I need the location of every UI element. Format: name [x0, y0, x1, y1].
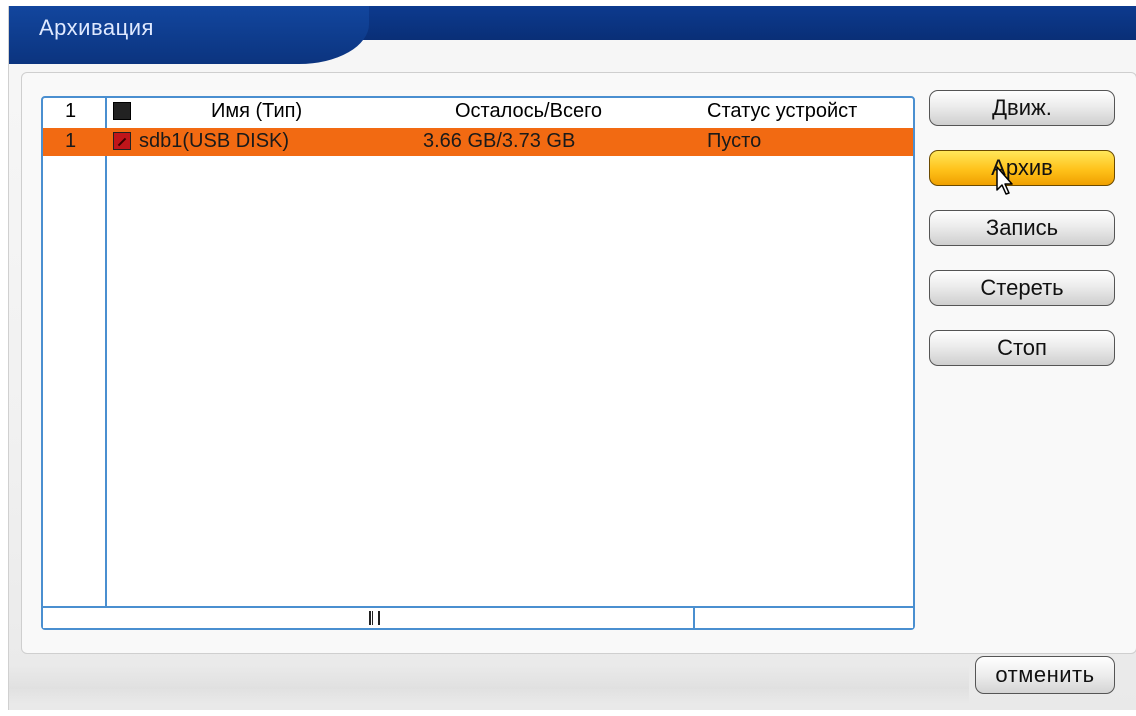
title-bar: Архивация: [9, 6, 1136, 70]
device-table: 1 Имя (Тип) Осталось/Всего Статус устрой…: [41, 96, 915, 630]
scrollbar-thumb[interactable]: [43, 608, 695, 628]
footer-band: [9, 664, 969, 704]
archive-button[interactable]: Архив: [929, 150, 1115, 186]
row-checkbox[interactable]: [113, 132, 131, 150]
mouse-cursor-icon: [996, 166, 1013, 195]
header-size: Осталось/Всего: [455, 100, 603, 122]
device-name: sdb1(USB DISK): [139, 130, 290, 152]
select-all-checkbox[interactable]: [113, 102, 131, 120]
cancel-button[interactable]: отменить: [975, 656, 1115, 694]
erase-button[interactable]: Стереть: [929, 270, 1115, 306]
detect-button[interactable]: Движ.: [929, 90, 1115, 126]
table-header: 1 Имя (Тип) Осталось/Всего Статус устрой…: [43, 98, 913, 126]
table-row[interactable]: 1 sdb1(USB DISK) 3.66 GB/3.73 GB Пусто: [43, 128, 913, 156]
header-number: 1: [65, 100, 77, 122]
dialog-title: Архивация: [39, 15, 154, 40]
header-name: Имя (Тип): [211, 100, 303, 122]
header-status: Статус устройст: [707, 100, 858, 122]
device-status: Пусто: [707, 130, 762, 152]
device-capacity: 3.66 GB/3.73 GB: [423, 130, 576, 152]
record-button[interactable]: Запись: [929, 210, 1115, 246]
archive-dialog: Архивация 1 Имя (Тип) Осталось/Всего Ста…: [8, 6, 1136, 710]
row-number: 1: [65, 130, 77, 152]
stop-button[interactable]: Стоп: [929, 330, 1115, 366]
horizontal-scrollbar[interactable]: [43, 606, 913, 628]
column-divider: [105, 98, 107, 608]
